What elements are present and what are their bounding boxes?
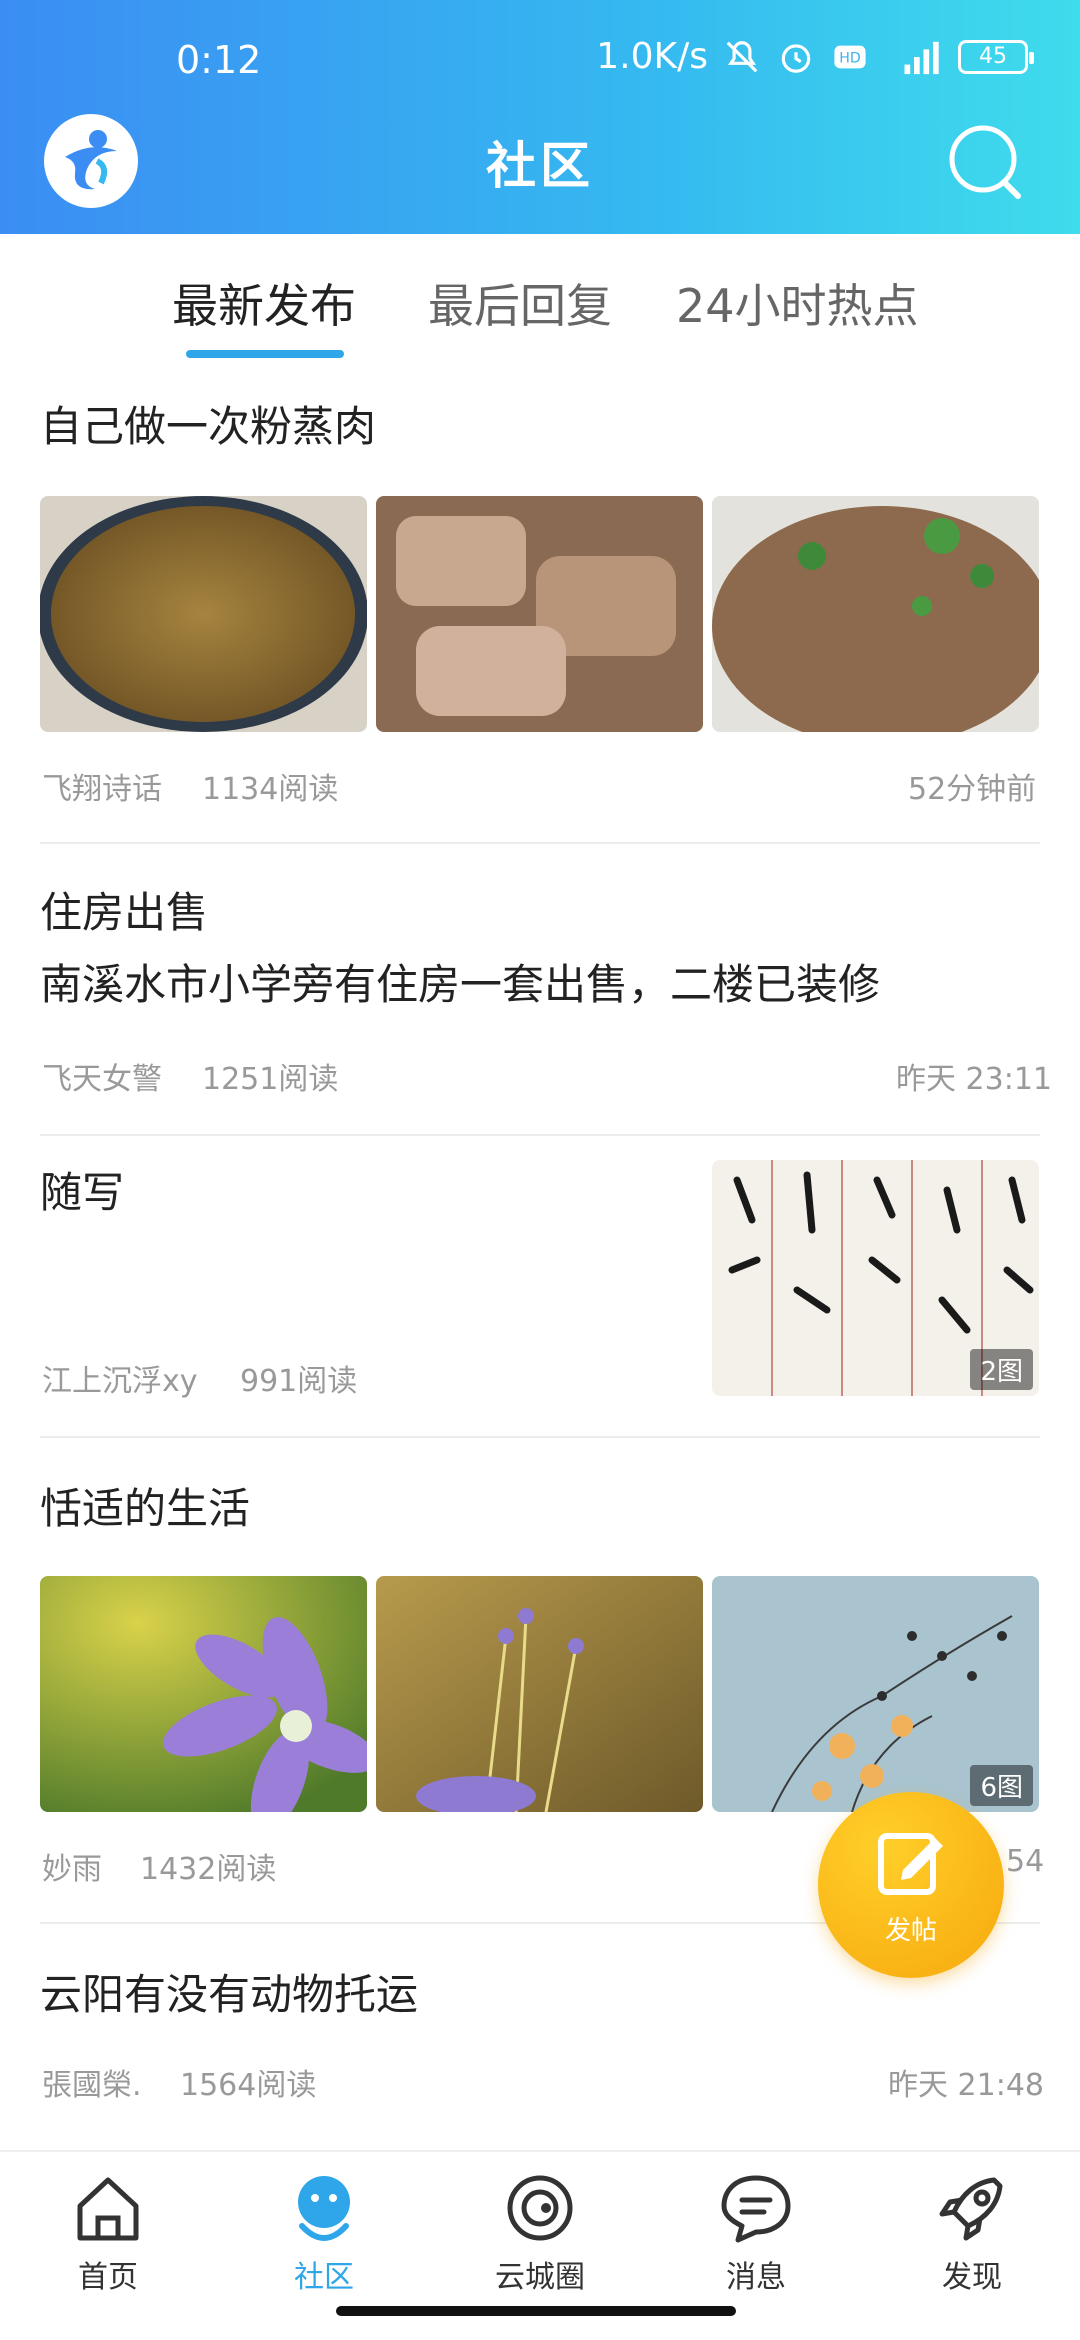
planet-icon <box>500 2168 580 2248</box>
post-image[interactable]: 6图 <box>712 1576 1039 1812</box>
post-author[interactable]: 張國榮. <box>42 2060 142 2104</box>
home-icon <box>68 2168 148 2248</box>
post-reads: 1564阅读 <box>180 2068 317 2103</box>
status-bar-right: 1.0K/s HD 45 <box>596 36 1034 77</box>
post-author[interactable]: 妙雨 <box>42 1844 102 1888</box>
post-reads: 991阅读 <box>240 1364 358 1399</box>
post-author[interactable]: 江上沉浮xy <box>42 1356 198 1400</box>
nav-home[interactable]: 首页 <box>28 2168 188 2296</box>
new-post-button[interactable]: 发帖 <box>818 1792 1004 1978</box>
nav-discover-label: 发现 <box>942 2260 1002 2295</box>
alarm-icon <box>776 37 816 77</box>
post-image[interactable]: 2图 <box>712 1160 1039 1396</box>
post-reads: 1251阅读 <box>202 1062 339 1097</box>
post-body: 南溪水市小学旁有住房一套出售，二楼已装修 <box>40 960 881 1009</box>
nav-cloud-circle-label: 云城圈 <box>495 2260 585 2295</box>
network-speed: 1.0K/s <box>596 36 708 77</box>
post-author[interactable]: 飞翔诗话 <box>42 764 162 808</box>
svg-text:HD: HD <box>839 50 861 66</box>
tab-latest[interactable]: 最新发布 <box>172 270 356 336</box>
post-reads: 1134阅读 <box>202 772 339 807</box>
post-card[interactable]: 自己做一次粉蒸肉 <box>40 398 1040 456</box>
post-image[interactable] <box>712 496 1039 732</box>
divider <box>40 1134 1040 1136</box>
post-time: 昨天 23:11 <box>896 1062 1052 1097</box>
post-image[interactable] <box>376 1576 703 1812</box>
nav-community[interactable]: 社区 <box>244 2168 404 2296</box>
tab-24h-hot[interactable]: 24小时热点 <box>676 270 919 336</box>
image-count-badge: 6图 <box>970 1765 1033 1806</box>
post-image[interactable] <box>376 496 703 732</box>
nav-messages-label: 消息 <box>726 2260 786 2295</box>
post-reads: 1432阅读 <box>140 1852 277 1887</box>
search-icon[interactable] <box>946 122 1024 200</box>
post-title: 住房出售 <box>40 888 209 937</box>
image-count-badge: 2图 <box>970 1349 1033 1390</box>
rocket-icon <box>932 2168 1012 2248</box>
post-card[interactable]: 恬适的生活 <box>40 1480 1040 1538</box>
post-title: 自己做一次粉蒸肉 <box>40 402 377 451</box>
post-time: 昨天 21:48 <box>888 2068 1044 2103</box>
mute-icon <box>722 37 762 77</box>
home-indicator[interactable] <box>336 2306 736 2316</box>
signal-icon <box>884 37 944 77</box>
divider <box>40 1436 1040 1438</box>
divider <box>40 842 1040 844</box>
post-author[interactable]: 飞天女警 <box>42 1054 162 1098</box>
nav-messages[interactable]: 消息 <box>676 2168 836 2296</box>
nav-home-label: 首页 <box>78 2260 138 2295</box>
chat-bubble-icon <box>716 2168 796 2248</box>
post-card[interactable]: 住房出售 南溪水市小学旁有住房一套出售，二楼已装修 <box>40 884 1040 1014</box>
app-header: 0:12 1.0K/s HD 45 社区 <box>0 0 1080 234</box>
nav-discover[interactable]: 发现 <box>892 2168 1052 2296</box>
battery-indicator: 45 <box>958 39 1034 74</box>
edit-icon <box>873 1824 949 1904</box>
page-title: 社区 <box>486 137 594 195</box>
nav-community-label: 社区 <box>294 2260 354 2295</box>
hd-icon: HD <box>830 37 870 77</box>
status-time: 0:12 <box>176 38 262 82</box>
post-image[interactable] <box>40 496 367 732</box>
tab-last-reply[interactable]: 最后回复 <box>428 270 612 336</box>
post-title: 恬适的生活 <box>40 1484 251 1533</box>
post-time: 54 <box>1006 1844 1045 1879</box>
nav-cloud-circle[interactable]: 云城圈 <box>460 2168 620 2296</box>
feed-tabs: 最新发布 最后回复 24小时热点 <box>0 234 1080 364</box>
post-image[interactable] <box>40 1576 367 1812</box>
post-time: 52分钟前 <box>908 772 1037 807</box>
active-tab-indicator <box>186 350 344 358</box>
community-icon <box>284 2168 364 2248</box>
new-post-label: 发帖 <box>884 1915 937 1946</box>
